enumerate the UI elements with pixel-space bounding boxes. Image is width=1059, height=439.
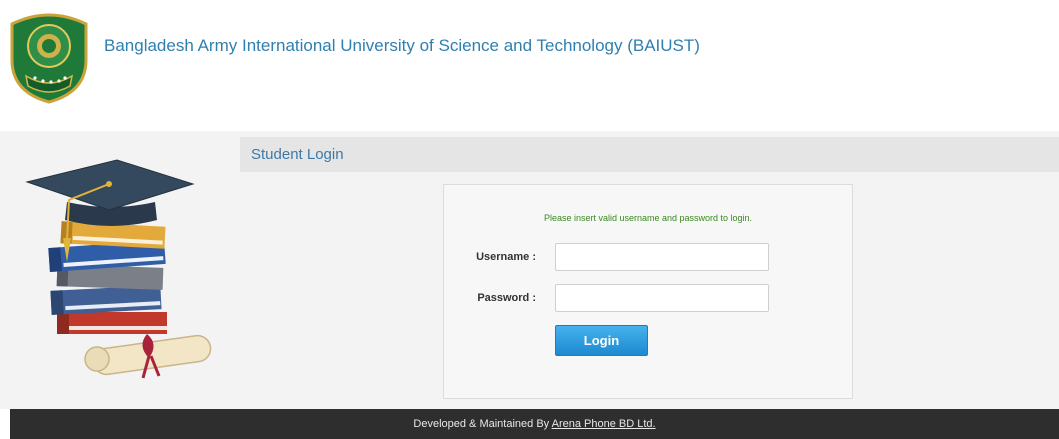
login-instruction: Please insert valid username and passwor… <box>543 213 753 223</box>
footer-text: Developed & Maintained By <box>413 418 552 430</box>
password-label: Password : <box>477 292 536 304</box>
panel-title: Student Login <box>251 146 344 163</box>
password-field[interactable] <box>555 284 769 312</box>
university-crest-icon <box>10 13 88 104</box>
username-field[interactable] <box>555 243 769 271</box>
site-title: Bangladesh Army International University… <box>104 36 700 55</box>
login-button[interactable]: Login <box>555 325 648 356</box>
login-form: Please insert valid username and passwor… <box>443 184 853 399</box>
company-link[interactable]: Arena Phone BD Ltd. <box>552 418 656 430</box>
login-panel-header: Student Login <box>240 137 1059 172</box>
graduation-books-icon <box>25 159 212 379</box>
username-label: Username : <box>476 251 536 263</box>
header: Bangladesh Army International University… <box>0 0 1059 120</box>
footer: Developed & Maintained By Arena Phone BD… <box>10 409 1059 439</box>
